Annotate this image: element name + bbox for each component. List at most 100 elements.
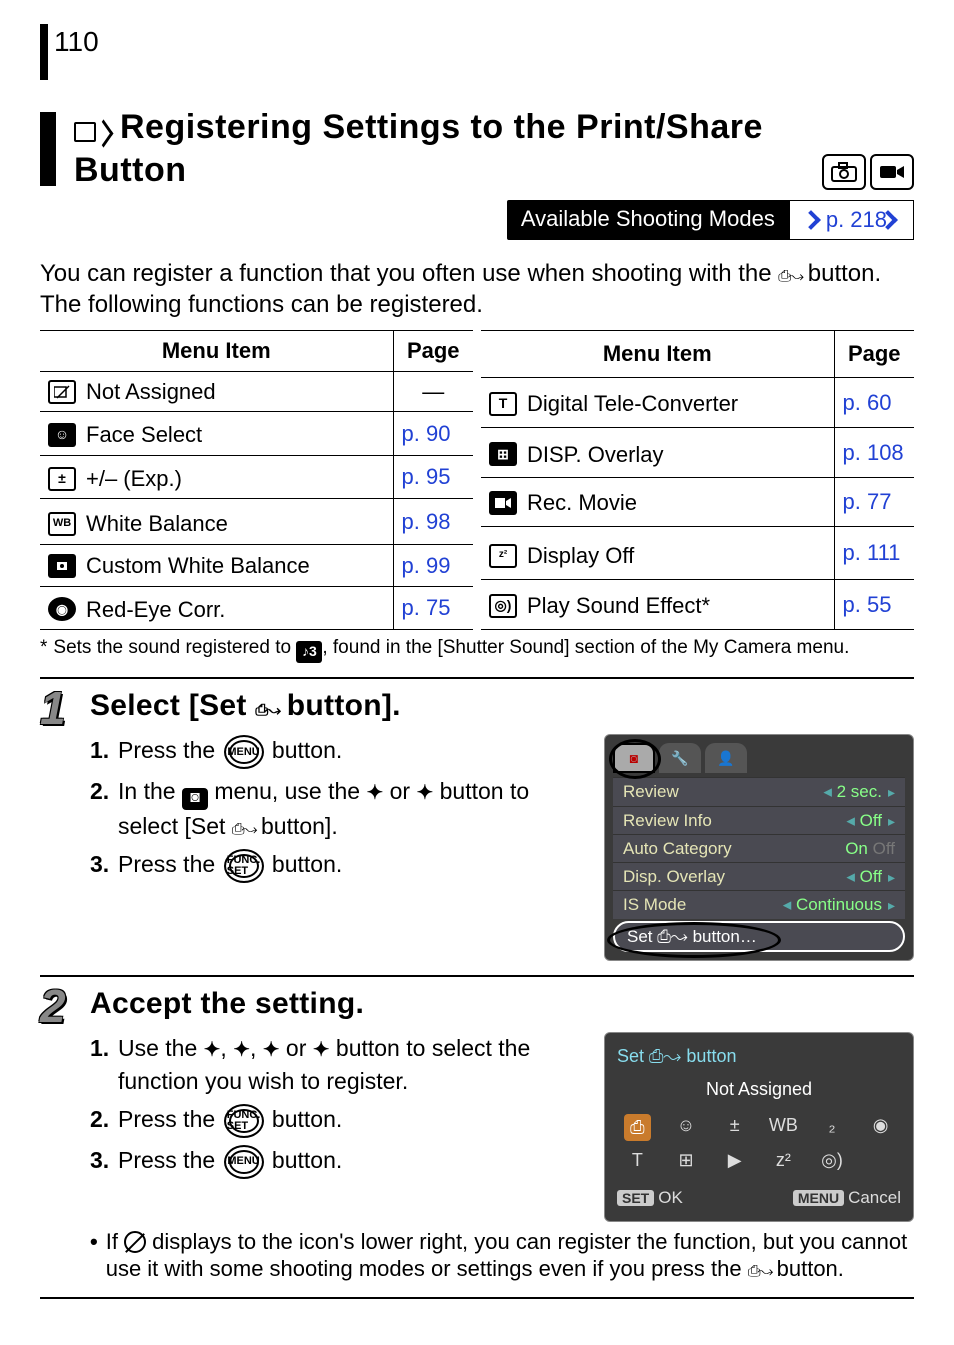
menu-button-icon: MENU: [224, 1145, 264, 1179]
lcd-grid-icon: ₂: [828, 1114, 835, 1141]
lcd-subtitle: Not Assigned: [617, 1078, 901, 1101]
table-row: ± +/– (Exp.) p. 95: [40, 455, 473, 499]
lcd-grid-icon: ◉: [873, 1114, 889, 1141]
shooting-modes-ref: Available Shooting Modes p. 218: [40, 200, 914, 240]
func-set-button-icon: FUNC.SET: [224, 849, 264, 883]
shutter-sound-icon: ♪3: [296, 641, 322, 663]
page-link[interactable]: p. 77: [843, 489, 892, 514]
down-arrow-icon: ✦: [233, 1036, 250, 1064]
not-assigned-icon: [48, 380, 76, 404]
lcd-row-label: Review Info: [623, 810, 712, 831]
step-2: 2 Accept the setting. 1.Use the ✦, ✦, ✦ …: [40, 975, 914, 1299]
page-link[interactable]: p. 111: [843, 540, 901, 565]
section-title: Registering Settings to the Print/Share …: [40, 108, 914, 190]
page-link[interactable]: p. 60: [843, 390, 892, 415]
lcd-grid-icon: ☺: [677, 1114, 695, 1141]
tele-converter-icon: T: [489, 392, 517, 416]
table-row: ⊞DISP. Overlay p. 108: [481, 428, 914, 478]
menu-button-icon: MENU: [224, 735, 264, 769]
lcd-grid-icon: ±: [730, 1114, 740, 1141]
table-row: ◉ Red-Eye Corr. p. 75: [40, 586, 473, 630]
movie-icon: [489, 491, 517, 515]
up-arrow-icon: ✦: [366, 779, 383, 807]
page-number-area: 110: [40, 24, 99, 80]
table-row: Rec. Movie p. 77: [481, 478, 914, 526]
menu-tables: Menu Item Page Not Assigned — ☺Face Sele…: [40, 330, 914, 630]
disp-overlay-icon: ⊞: [489, 442, 517, 466]
camera-tab-icon: ◙: [182, 788, 208, 810]
lcd-row-value: Off: [860, 867, 882, 886]
item-label: Custom White Balance: [86, 552, 310, 580]
table-row: z² Display Off p. 111: [481, 526, 914, 579]
page-link[interactable]: p. 98: [402, 509, 451, 534]
lcd-row-value: 2 sec.: [837, 782, 882, 801]
lcd-tab-camera: ◙: [613, 743, 655, 773]
print-share-icon: [74, 112, 114, 151]
page-link[interactable]: p. 55: [843, 592, 892, 617]
step-2-title: Accept the setting.: [90, 985, 914, 1023]
print-share-icon: ⎙↝: [778, 260, 801, 287]
item-label: +/– (Exp.): [86, 465, 182, 493]
lcd-title: Set ⎙↝ button: [617, 1045, 901, 1068]
menu-key-icon: MENU: [793, 1190, 844, 1206]
page-link[interactable]: p. 90: [402, 421, 451, 446]
shooting-modes-label: Available Shooting Modes: [507, 200, 789, 240]
table-row: T Digital Tele-Converter p. 60: [481, 377, 914, 427]
lcd-grid-icon: WB: [769, 1114, 798, 1141]
col-menu-item: Menu Item: [481, 331, 834, 378]
page-number: 110: [54, 24, 99, 59]
page-link[interactable]: p. 99: [402, 553, 451, 578]
set-key-icon: SET: [617, 1190, 654, 1206]
lcd-row-value: On: [845, 839, 868, 858]
table-row: Custom White Balance p. 99: [40, 544, 473, 586]
page-link[interactable]: p. 95: [402, 464, 451, 489]
footnote: * Sets the sound registered to ♪3, found…: [40, 636, 914, 663]
lcd-row-value: Continuous: [796, 895, 882, 914]
lcd-grid-icon: T: [632, 1149, 643, 1172]
left-arrow-icon: ✦: [263, 1036, 280, 1064]
item-label: Digital Tele-Converter: [527, 390, 738, 418]
lcd-row-value: Off: [860, 811, 882, 830]
lcd-row-label: Auto Category: [623, 838, 732, 859]
lcd-tab-tools: 🔧: [659, 743, 701, 773]
lcd-row-label: IS Mode: [623, 894, 686, 915]
table-row: Not Assigned —: [40, 371, 473, 412]
lcd-grid-icon: ▶: [728, 1149, 742, 1172]
item-label: Rec. Movie: [527, 489, 637, 517]
func-set-button-icon: FUNC.SET: [224, 1104, 264, 1138]
item-label: Red-Eye Corr.: [86, 596, 225, 624]
lcd-screenshot-2: Set ⎙↝ button Not Assigned ⎙ ☺ ± WB ₂ ◉ …: [604, 1032, 914, 1221]
step-1: 1 Select [Set ⎙↝ button]. 1.Press the ME…: [40, 677, 914, 975]
up-arrow-icon: ✦: [204, 1036, 221, 1064]
col-menu-item: Menu Item: [40, 331, 393, 372]
col-page: Page: [834, 331, 914, 378]
lcd-screenshot-1: ◙ 🔧 👤 Review◂ 2 sec.▸ Review Info◂ Off▸ …: [604, 734, 914, 961]
lcd-cancel-label: Cancel: [848, 1188, 901, 1207]
custom-wb-icon: [48, 554, 76, 578]
movie-mode-icon: [870, 154, 914, 190]
item-label: Display Off: [527, 542, 634, 570]
display-off-icon: z²: [489, 544, 517, 568]
table-row: ◎)Play Sound Effect* p. 55: [481, 579, 914, 629]
item-label: White Balance: [86, 510, 228, 538]
print-share-icon: ⎙↝: [748, 1262, 771, 1282]
white-balance-icon: WB: [48, 512, 76, 536]
prohibited-icon: [124, 1231, 146, 1253]
lcd-row-label: Disp. Overlay: [623, 866, 725, 887]
item-label: Face Select: [86, 421, 202, 449]
item-page: —: [393, 371, 473, 412]
lcd-tab-mycamera: 👤: [705, 743, 747, 773]
shooting-modes-page-link[interactable]: p. 218: [789, 200, 914, 240]
step-number: 2: [40, 977, 90, 1297]
exposure-icon: ±: [48, 467, 76, 491]
mode-icons: [822, 154, 914, 190]
step-number: 1: [40, 679, 90, 975]
page-link[interactable]: p. 108: [843, 440, 904, 465]
page-link[interactable]: p. 75: [402, 595, 451, 620]
intro-text: You can register a function that you oft…: [40, 258, 914, 320]
lcd-grid-icon: z²: [776, 1149, 791, 1172]
section-heading: Registering Settings to the Print/Share …: [40, 108, 914, 190]
menu-table-left: Menu Item Page Not Assigned — ☺Face Sele…: [40, 330, 473, 630]
red-eye-icon: ◉: [48, 597, 76, 621]
sound-effect-icon: ◎): [489, 594, 517, 618]
